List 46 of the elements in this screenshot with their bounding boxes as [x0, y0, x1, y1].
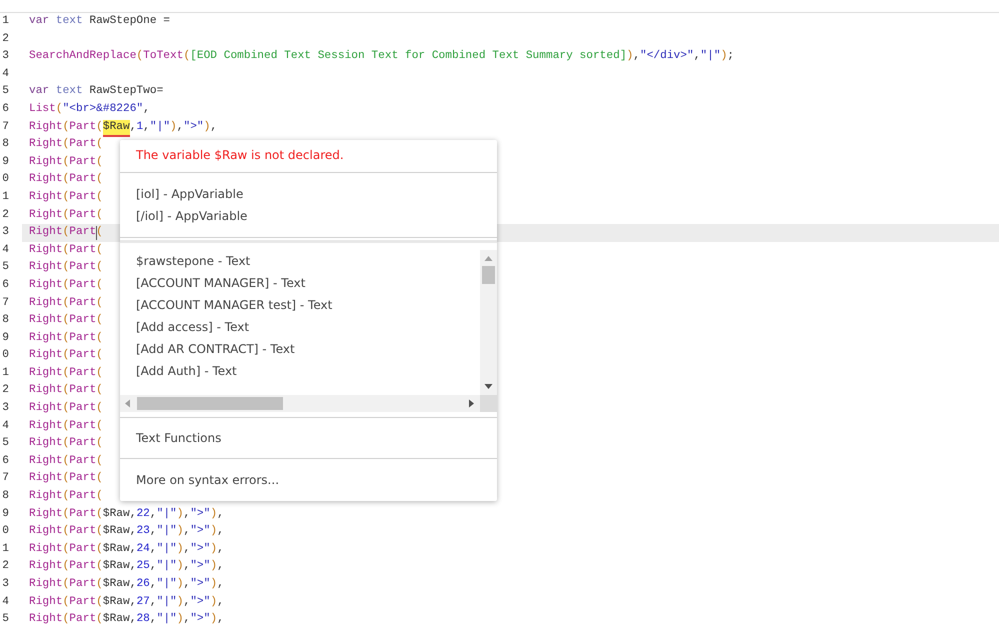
- suggestion-item[interactable]: [ACCOUNT MANAGER] - Text: [136, 272, 480, 294]
- code-line: Right(Part(: [29, 490, 103, 502]
- code-line: Right(Part(: [29, 314, 103, 326]
- code-line: Right(Part($Raw,28,"|"),">"),: [29, 613, 224, 626]
- code-line: Right(Part(: [29, 278, 103, 291]
- code-line: Right(Part(: [29, 472, 103, 484]
- suggestion-item[interactable]: [Add Auth] - Text: [136, 360, 480, 382]
- code-line: Right(Part(: [29, 349, 103, 362]
- scrollbar-corner: [480, 395, 497, 412]
- code-line: List("<br>&#8226",: [29, 102, 150, 115]
- code-line: Right(Part($Raw,26,"|"),">"),: [29, 578, 224, 590]
- code-line: Right(Part(: [29, 402, 103, 414]
- syntax-errors-link[interactable]: More on syntax errors...: [120, 459, 497, 501]
- code-line: var text RawStepOne =: [29, 15, 170, 27]
- code-line: Right(Part($Raw,22,"|"),">"),: [29, 508, 224, 520]
- code-line: Right(Part(: [29, 226, 103, 238]
- code-line: SearchAndReplace(ToText([EOD Combined Text Session Text for Combined Text Summary sorted]),"</div>","|");: [29, 50, 734, 62]
- variable-item[interactable]: [/iol] - AppVariable: [136, 205, 481, 227]
- variable-item[interactable]: [iol] - AppVariable: [136, 183, 481, 205]
- code-line: Right(Part(: [29, 437, 103, 450]
- error-message: The variable $Raw is not declared.: [120, 140, 497, 173]
- code-line: Right(Part(: [29, 208, 103, 221]
- text-functions-link[interactable]: Text Functions: [120, 418, 497, 459]
- code-line: Right(Part($Raw,23,"|"),">"),: [29, 525, 224, 538]
- code-line: Right(Part(: [29, 366, 103, 379]
- code-line: var text RawStepTwo=: [29, 85, 164, 98]
- suggestion-item[interactable]: $rawstepone - Text: [136, 250, 480, 272]
- code-line: Right(Part(: [29, 420, 103, 432]
- code-line: Right(Part(: [29, 156, 103, 168]
- suggestion-item[interactable]: [Add AR CONTRACT] - Text: [136, 338, 480, 360]
- code-line: Right(Part($Raw,25,"|"),">"),: [29, 560, 224, 572]
- code-line: Right(Part($Raw,24,"|"),">"),: [29, 542, 224, 555]
- suggestion-item[interactable]: [ACCOUNT MANAGER test] - Text: [136, 294, 480, 316]
- code-line: Right(Part($Raw,27,"|"),">"),: [29, 596, 224, 608]
- code-line: Right(Part(: [29, 454, 103, 467]
- code-line: Right(Part(: [29, 332, 103, 344]
- suggestion-item[interactable]: [Add access] - Text: [136, 316, 480, 338]
- code-line: Right(Part(: [29, 261, 103, 274]
- horizontal-scrollbar[interactable]: [120, 395, 480, 412]
- code-line: Right(Part(: [29, 173, 103, 186]
- code-line: Right(Part(: [29, 138, 103, 150]
- code-line: Right(Part(: [29, 296, 103, 308]
- vertical-scrollbar[interactable]: [480, 250, 497, 395]
- code-line: Right(Part(: [29, 244, 103, 256]
- code-line: Right(Part(: [29, 384, 103, 396]
- code-line: Right(Part(: [29, 190, 103, 203]
